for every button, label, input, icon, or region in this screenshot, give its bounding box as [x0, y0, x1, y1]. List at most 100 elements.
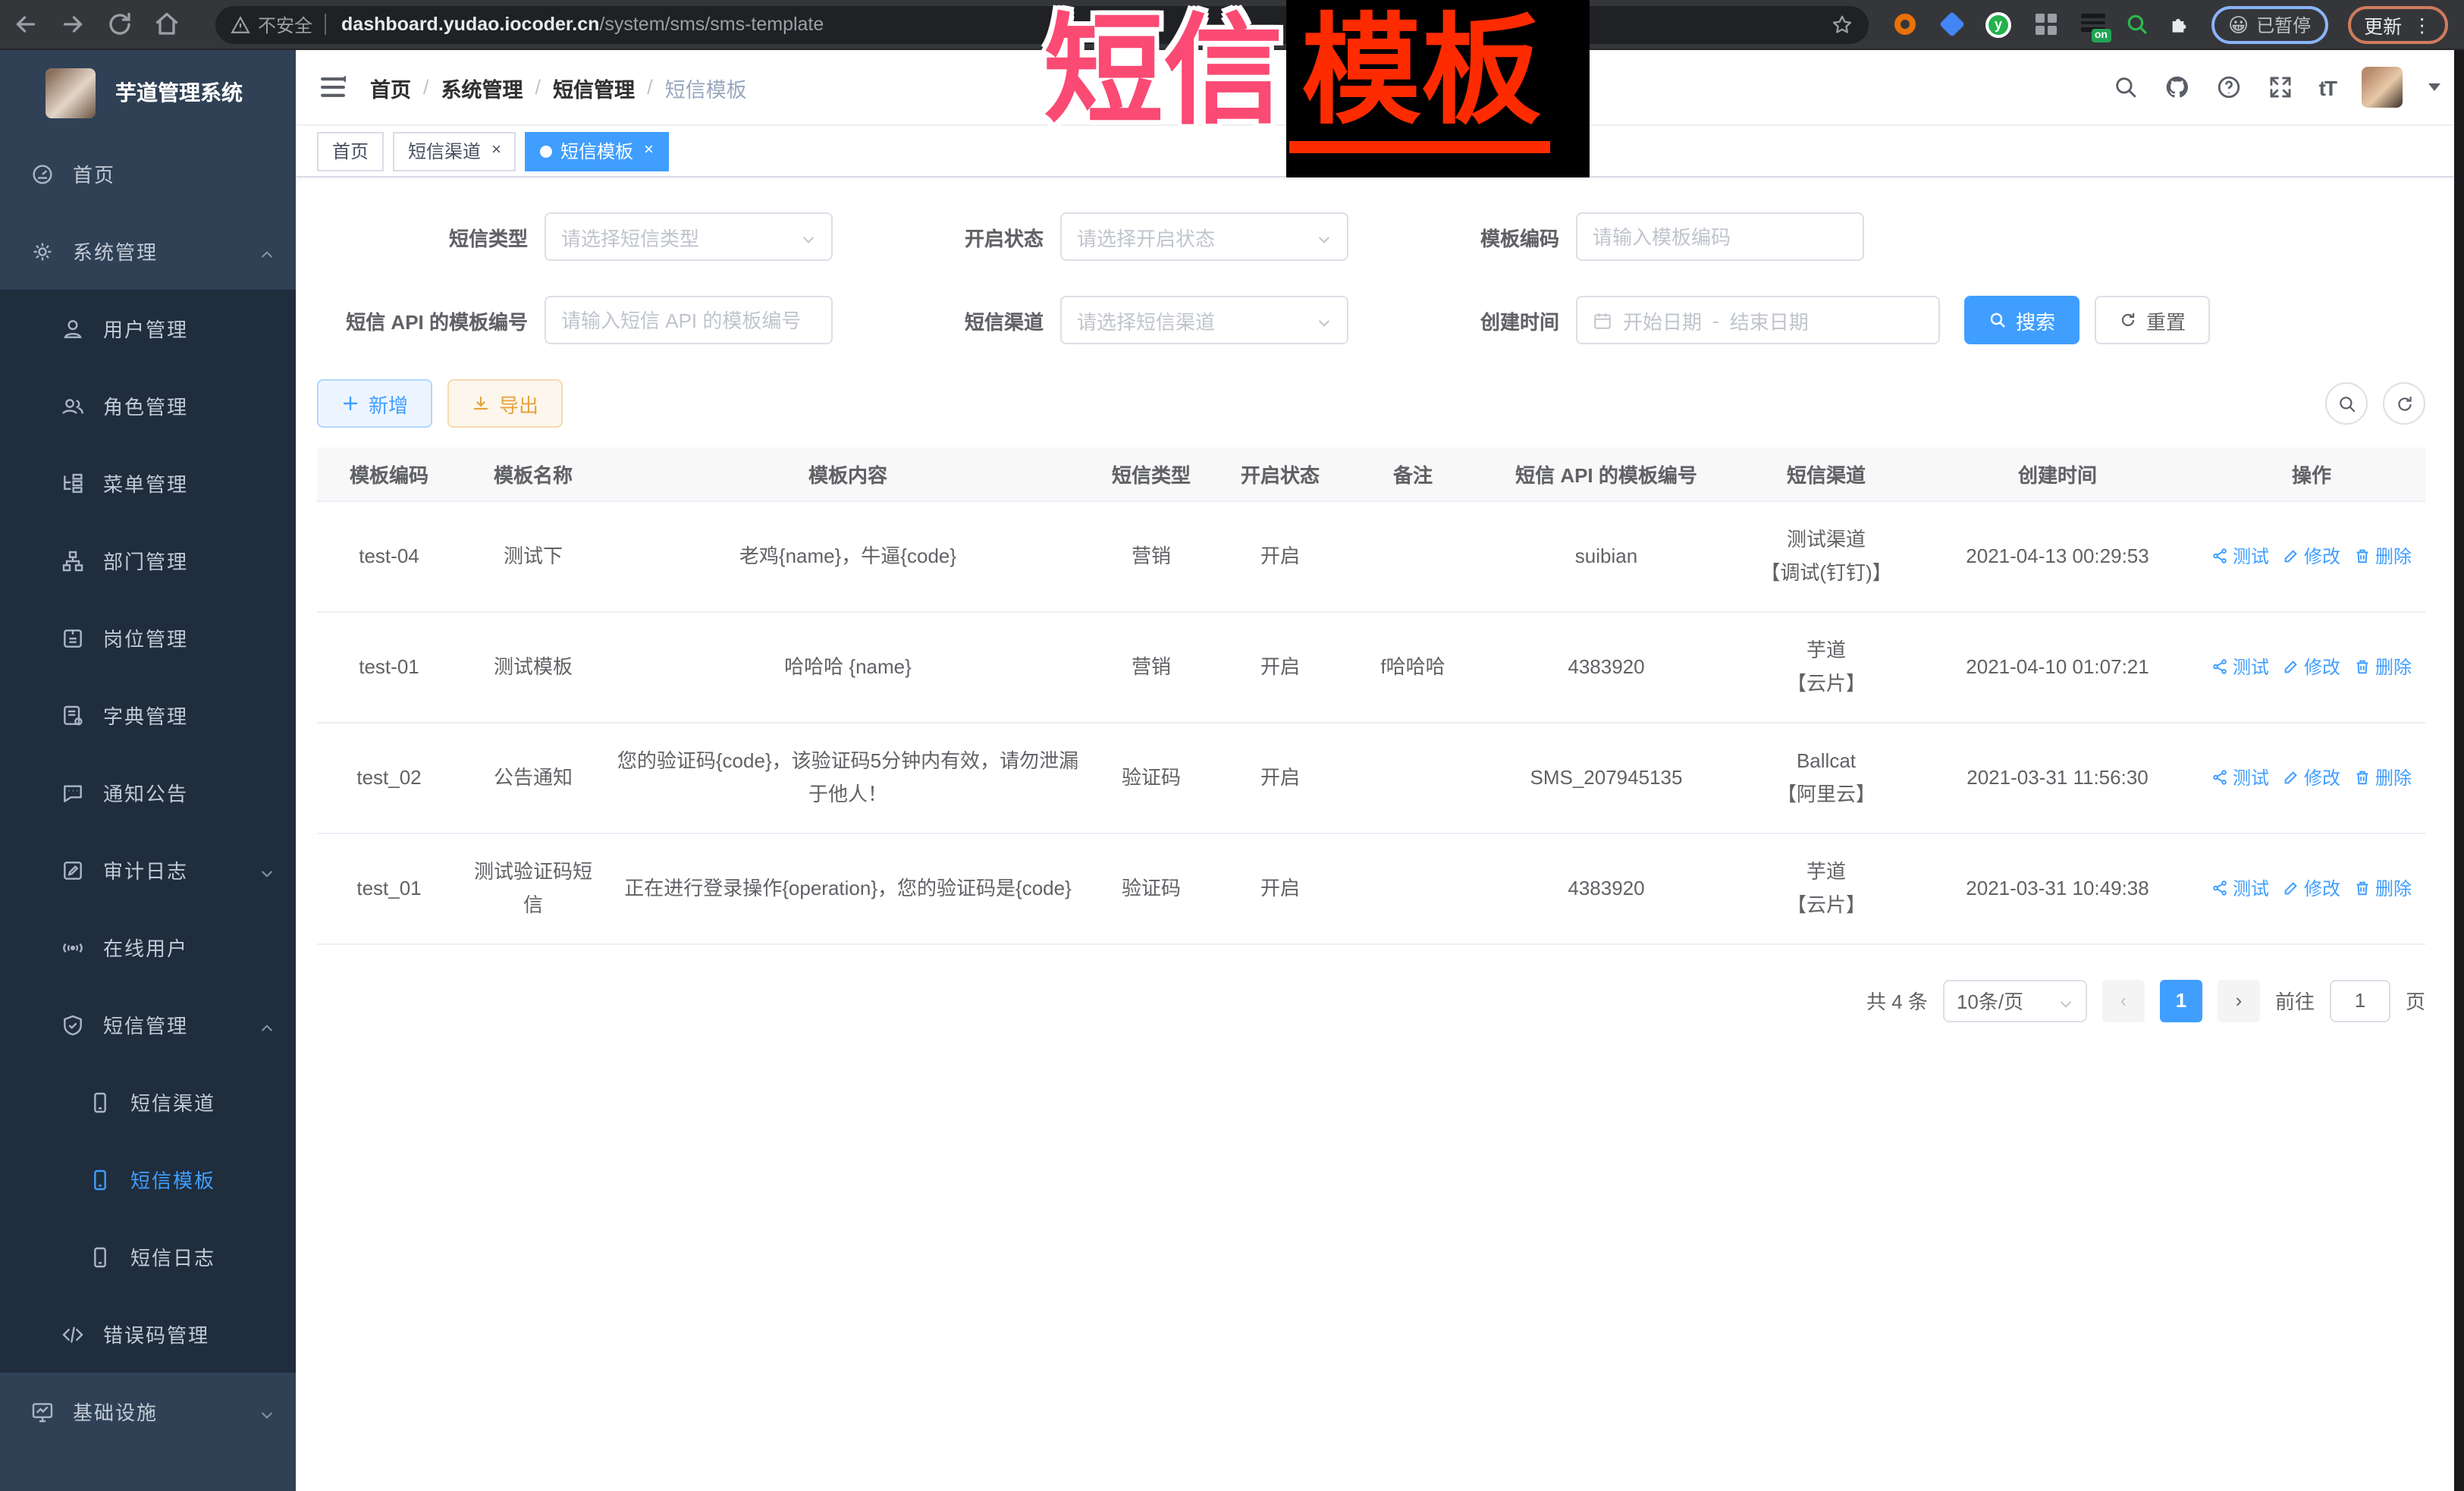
font-size-icon[interactable]: tT [2319, 75, 2336, 99]
sidebar-item-dictionary[interactable]: 字典管理 [0, 676, 296, 754]
app-logo-row[interactable]: 芋道管理系统 [0, 50, 296, 135]
test-link[interactable]: 测试 [2211, 761, 2269, 794]
extension-list-on-icon[interactable]: on [2078, 10, 2107, 39]
toggle-search-button[interactable] [2325, 382, 2368, 425]
browser-update-button[interactable]: 更新 ⋮ [2347, 5, 2448, 43]
help-question-icon[interactable] [2216, 74, 2242, 100]
fullscreen-icon[interactable] [2268, 74, 2293, 100]
channel-label: 短信渠道 [833, 306, 1060, 334]
user-icon [61, 316, 85, 341]
edit-link[interactable]: 修改 [2283, 871, 2340, 905]
browser-home-icon[interactable] [153, 11, 180, 38]
breadcrumb-sms[interactable]: 短信管理 [553, 72, 635, 102]
sidebar-item-sms-template[interactable]: 短信模板 [0, 1141, 296, 1218]
sidebar-item-menus[interactable]: 菜单管理 [0, 444, 296, 522]
test-link[interactable]: 测试 [2211, 871, 2269, 905]
sidebar-item-infrastructure[interactable]: 基础设施 [0, 1373, 296, 1450]
delete-link[interactable]: 删除 [2354, 650, 2412, 683]
edit-link[interactable]: 修改 [2283, 761, 2340, 794]
pagination: 共 4 条 10条/页 ‹ 1 › 前往 页 [317, 979, 2425, 1022]
page-size-select[interactable]: 10条/页 [1943, 979, 2087, 1022]
extension-green-y-icon[interactable]: y [1984, 10, 2013, 39]
delete-link[interactable]: 删除 [2354, 871, 2412, 905]
table-header-row: 模板编码 模板名称 模板内容 短信类型 开启状态 备注 短信 API 的模板编号… [317, 447, 2425, 501]
tab-sms-channel[interactable]: 短信渠道× [393, 131, 516, 171]
template-code-label: 模板编码 [1348, 222, 1576, 251]
extension-grid-icon[interactable] [2031, 10, 2060, 39]
sidebar-item-home[interactable]: 首页 [0, 135, 296, 212]
sidebar-fold-icon[interactable] [319, 74, 347, 100]
sidebar-item-notices[interactable]: 通知公告 [0, 754, 296, 831]
extension-orange-ring-icon[interactable] [1890, 10, 1919, 39]
shield-check-icon [61, 1012, 85, 1037]
extension-green-magnifier-icon[interactable] [2125, 12, 2149, 36]
sidebar-item-roles[interactable]: 角色管理 [0, 367, 296, 444]
url-path: /system/sms/sms-template [599, 14, 824, 35]
bookmark-star-icon[interactable] [1831, 13, 1853, 36]
sms-type-select[interactable]: 请选择短信类型 [545, 212, 833, 261]
extension-blue-kite-icon[interactable] [1937, 10, 1966, 39]
book-icon [61, 703, 85, 727]
template-code-input[interactable] [1576, 212, 1864, 261]
sidebar-item-sms[interactable]: 短信管理 [0, 986, 296, 1063]
sidebar-item-online-users[interactable]: 在线用户 [0, 909, 296, 986]
close-icon[interactable]: × [644, 143, 654, 159]
api-template-label: 短信 API 的模板编号 [317, 306, 545, 334]
tab-home[interactable]: 首页 [317, 131, 384, 171]
menu-tree-icon [61, 471, 85, 495]
goto-page-input[interactable] [2330, 979, 2390, 1022]
api-template-input[interactable] [545, 296, 833, 344]
browser-reload-icon[interactable] [106, 11, 133, 38]
edit-link[interactable]: 修改 [2283, 650, 2340, 683]
app-header: 首页 / 系统管理 / 短信管理 / 短信模板 tT [296, 50, 2464, 126]
breadcrumb-system[interactable]: 系统管理 [441, 72, 523, 102]
chevron-down-icon [1317, 312, 1332, 328]
sidebar-item-sms-channel[interactable]: 短信渠道 [0, 1063, 296, 1141]
col-header-code: 模板编码 [317, 447, 461, 501]
prev-page-button[interactable]: ‹ [2102, 979, 2145, 1022]
update-label: 更新 [2364, 10, 2402, 39]
url-text: dashboard.yudao.iocoder.cn/system/sms/sm… [341, 14, 1831, 35]
status-select[interactable]: 请选择开启状态 [1060, 212, 1348, 261]
sidebar-item-users[interactable]: 用户管理 [0, 290, 296, 367]
broadcast-icon [61, 935, 85, 959]
sidebar-item-system[interactable]: 系统管理 [0, 212, 296, 290]
sms-template-table: 模板编码 模板名称 模板内容 短信类型 开启状态 备注 短信 API 的模板编号… [317, 447, 2425, 944]
user-avatar[interactable] [2362, 67, 2403, 108]
breadcrumb-home[interactable]: 首页 [370, 72, 411, 102]
sidebar-item-audit-log[interactable]: 审计日志 [0, 831, 296, 909]
search-icon[interactable] [2113, 74, 2139, 100]
page-1-button[interactable]: 1 [2160, 979, 2202, 1022]
window-scrollbar-strip[interactable] [2454, 50, 2464, 1491]
channel-select[interactable]: 请选择短信渠道 [1060, 296, 1348, 344]
delete-link[interactable]: 删除 [2354, 539, 2412, 573]
sidebar-item-sms-log[interactable]: 短信日志 [0, 1218, 296, 1295]
github-icon[interactable] [2164, 74, 2190, 100]
tab-sms-template[interactable]: 短信模板× [526, 131, 669, 171]
chevron-down-icon [801, 229, 816, 244]
url-bar[interactable]: 不安全 dashboard.yudao.iocoder.cn/system/sm… [215, 5, 1869, 43]
extensions-puzzle-icon[interactable] [2167, 12, 2192, 36]
sidebar-item-error-codes[interactable]: 错误码管理 [0, 1295, 296, 1373]
sidebar-item-positions[interactable]: 岗位管理 [0, 599, 296, 676]
export-button[interactable]: 导出 [447, 379, 563, 428]
refresh-table-button[interactable] [2383, 382, 2425, 425]
close-icon[interactable]: × [491, 143, 501, 159]
delete-link[interactable]: 删除 [2354, 761, 2412, 794]
browser-menu-kebab-icon[interactable]: ⋮ [2412, 13, 2431, 36]
next-page-button[interactable]: › [2218, 979, 2260, 1022]
browser-forward-icon[interactable] [59, 11, 86, 38]
test-link[interactable]: 测试 [2211, 539, 2269, 573]
date-range-picker[interactable]: 开始日期 - 结束日期 [1576, 296, 1940, 344]
search-button[interactable]: 搜索 [1964, 296, 2079, 344]
avatar-caret-icon[interactable] [2428, 83, 2440, 91]
sidebar-item-departments[interactable]: 部门管理 [0, 522, 296, 599]
test-link[interactable]: 测试 [2211, 650, 2269, 683]
table-row: test_01 测试验证码短信 正在进行登录操作{operation}，您的验证… [317, 833, 2425, 943]
filter-row-1: 短信类型 请选择短信类型 开启状态 请选择开启状态 模板编码 [317, 212, 2444, 261]
edit-link[interactable]: 修改 [2283, 539, 2340, 573]
browser-back-icon[interactable] [12, 11, 39, 38]
add-button[interactable]: 新增 [317, 379, 432, 428]
browser-profile-chip[interactable]: 😀 已暂停 [2211, 5, 2327, 43]
reset-button[interactable]: 重置 [2095, 296, 2210, 344]
